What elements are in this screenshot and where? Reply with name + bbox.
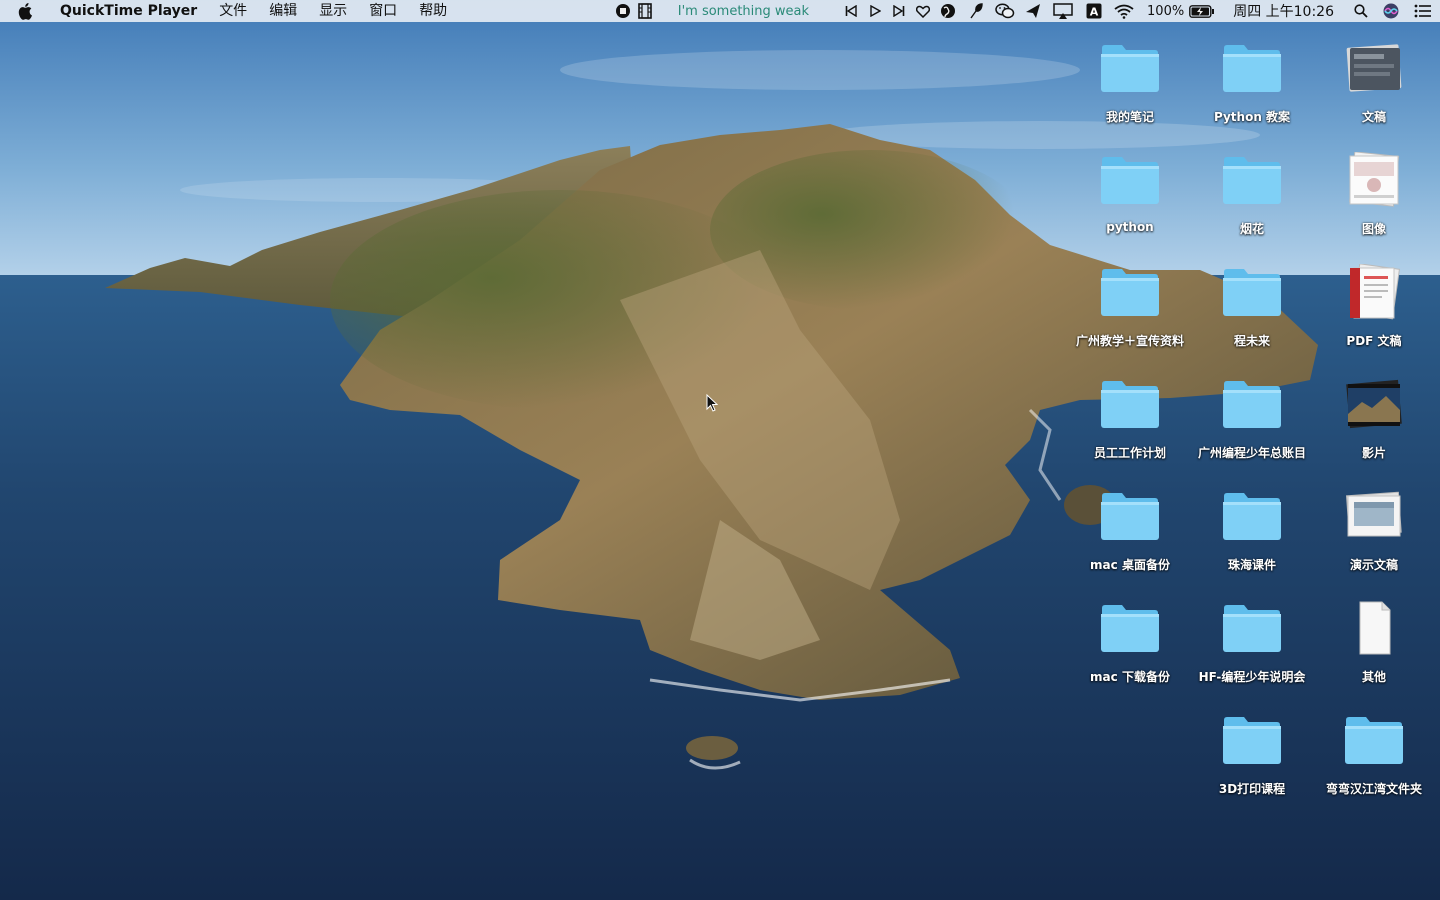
desktop-icons: 我的笔记 Python 教案 文稿 python 烟花 图像 广州教学＋宣传资料…: [0, 0, 1440, 900]
desktop-folder[interactable]: Python 教案: [1190, 28, 1314, 128]
desktop-stack[interactable]: 其他: [1312, 588, 1436, 688]
icon-label: Python 教案: [1213, 110, 1291, 124]
desktop-folder[interactable]: mac 下载备份: [1068, 588, 1192, 688]
desktop-folder[interactable]: 员工工作计划: [1068, 364, 1192, 464]
desktop-folder[interactable]: 弯弯汉江湾文件夹: [1312, 700, 1436, 800]
wifi-icon[interactable]: [1109, 0, 1139, 22]
now-playing-title[interactable]: I'm something weak: [678, 4, 809, 19]
icon-label: 其他: [1361, 670, 1386, 684]
desktop-folder[interactable]: python: [1068, 140, 1192, 240]
icon-label: 程未来: [1233, 334, 1270, 348]
menu-window[interactable]: 窗口: [358, 0, 408, 22]
desktop-folder[interactable]: 程未来: [1190, 252, 1314, 352]
spotlight-search-icon[interactable]: [1346, 0, 1376, 22]
play-icon[interactable]: [863, 0, 887, 22]
input-source-icon[interactable]: A: [1079, 0, 1109, 22]
desktop-stack[interactable]: 文稿: [1312, 28, 1436, 128]
mouse-cursor-icon: [706, 393, 719, 416]
desktop-stack[interactable]: 影片: [1312, 364, 1436, 464]
icon-label: 演示文稿: [1349, 558, 1398, 572]
icon-label: 弯弯汉江湾文件夹: [1325, 782, 1422, 796]
icon-label: 广州编程少年总账目: [1197, 446, 1306, 460]
menu-help[interactable]: 帮助: [408, 0, 458, 22]
send-icon[interactable]: [1019, 0, 1047, 22]
svg-text:A: A: [1090, 6, 1099, 19]
icon-label: PDF 文稿: [1346, 334, 1402, 348]
desktop-folder[interactable]: 烟花: [1190, 140, 1314, 240]
icon-label: HF-编程少年说明会: [1198, 670, 1306, 684]
folder-icon: [1220, 376, 1284, 432]
apple-menu-icon[interactable]: [18, 2, 38, 20]
folder-icon: [1220, 712, 1284, 768]
folder-icon: [1098, 488, 1162, 544]
previous-track-icon[interactable]: [839, 0, 863, 22]
icon-label: 我的笔记: [1105, 110, 1154, 124]
globe-icon[interactable]: [935, 0, 961, 22]
heart-icon[interactable]: [911, 0, 935, 22]
icon-label: 文稿: [1361, 110, 1386, 124]
battery-icon[interactable]: [1187, 0, 1217, 22]
desktop-folder[interactable]: HF-编程少年说明会: [1190, 588, 1314, 688]
menu-bar: QuickTime Player 文件 编辑 显示 窗口 帮助 I'm some…: [0, 0, 1440, 22]
folder-icon: [1098, 40, 1162, 96]
airplay-icon[interactable]: [1047, 0, 1079, 22]
app-name-menu[interactable]: QuickTime Player: [52, 0, 208, 22]
menu-view[interactable]: 显示: [308, 0, 358, 22]
icon-label: 员工工作计划: [1093, 446, 1166, 460]
folder-icon: [1098, 152, 1162, 208]
desktop-stack[interactable]: 演示文稿: [1312, 476, 1436, 576]
desktop-folder[interactable]: 广州编程少年总账目: [1190, 364, 1314, 464]
icon-label: python: [1106, 220, 1154, 234]
folder-icon: [1342, 712, 1406, 768]
desktop-folder[interactable]: 我的笔记: [1068, 28, 1192, 128]
stop-recording-icon[interactable]: [612, 0, 634, 22]
folder-icon: [1220, 488, 1284, 544]
desktop-folder[interactable]: 珠海课件: [1190, 476, 1314, 576]
menu-file[interactable]: 文件: [208, 0, 258, 22]
pdf-stack-icon: [1342, 264, 1406, 320]
desktop-folder[interactable]: mac 桌面备份: [1068, 476, 1192, 576]
icon-label: 广州教学＋宣传资料: [1075, 334, 1184, 348]
desktop-stack[interactable]: PDF 文稿: [1312, 252, 1436, 352]
folder-icon: [1220, 40, 1284, 96]
desktop-stack[interactable]: 图像: [1312, 140, 1436, 240]
icon-label: 影片: [1361, 446, 1386, 460]
icon-label: 烟花: [1239, 222, 1264, 236]
movies-stack-icon: [1342, 376, 1406, 432]
clock[interactable]: 周四 上午10:26: [1233, 1, 1334, 21]
wechat-icon[interactable]: [991, 0, 1019, 22]
battery-percentage: 100%: [1147, 3, 1185, 19]
folder-icon: [1220, 152, 1284, 208]
icon-label: mac 桌面备份: [1090, 558, 1170, 572]
siri-icon[interactable]: [1376, 0, 1406, 22]
film-icon[interactable]: [634, 0, 656, 22]
folder-icon: [1098, 600, 1162, 656]
presentations-stack-icon: [1342, 488, 1406, 544]
folder-icon: [1220, 264, 1284, 320]
documents-stack-icon: [1342, 40, 1406, 96]
icon-label: 图像: [1361, 222, 1386, 236]
folder-icon: [1098, 264, 1162, 320]
next-track-icon[interactable]: [887, 0, 911, 22]
menu-edit[interactable]: 编辑: [258, 0, 308, 22]
desktop-folder[interactable]: 广州教学＋宣传资料: [1068, 252, 1192, 352]
icon-label: 3D打印课程: [1218, 782, 1286, 796]
feather-icon[interactable]: [961, 0, 991, 22]
icon-label: 珠海课件: [1227, 558, 1276, 572]
images-stack-icon: [1342, 152, 1406, 208]
folder-icon: [1220, 600, 1284, 656]
desktop-folder[interactable]: 3D打印课程: [1190, 700, 1314, 800]
icon-label: mac 下载备份: [1090, 670, 1170, 684]
notification-center-icon[interactable]: [1406, 0, 1440, 22]
other-stack-icon: [1342, 600, 1406, 656]
folder-icon: [1098, 376, 1162, 432]
